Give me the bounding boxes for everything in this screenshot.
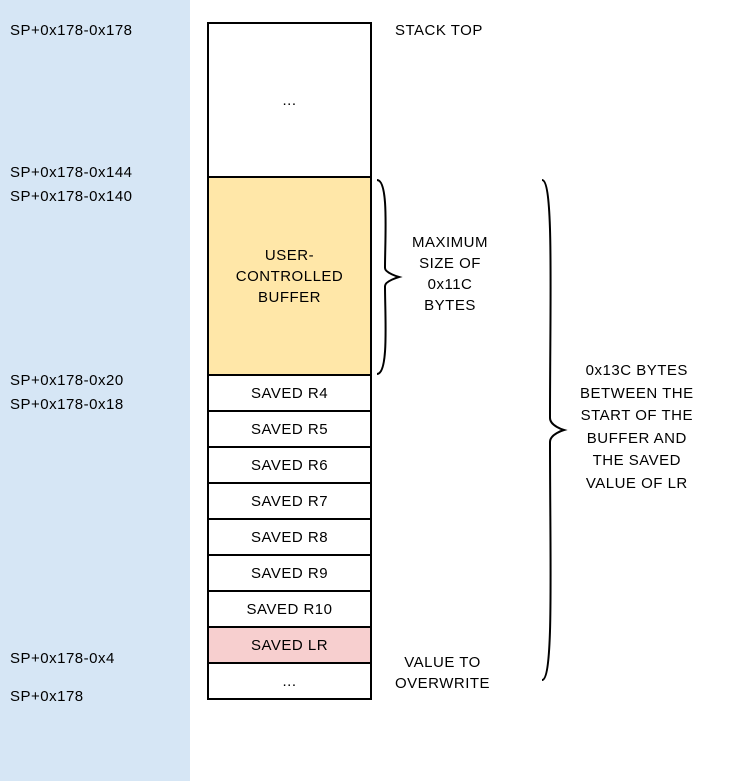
label-max-size: MAXIMUM SIZE OF 0x11C BYTES — [412, 232, 488, 316]
addr-lr: SP+0x178-0x4 — [10, 650, 115, 667]
addr-r4: SP+0x178-0x18 — [10, 396, 124, 413]
cell-r8: SAVED R8 — [207, 518, 372, 556]
text: MAXIMUM — [412, 234, 488, 251]
cell-r7: SAVED R7 — [207, 482, 372, 520]
cell-stack-top: ... — [207, 22, 372, 178]
addr-top: SP+0x178-0x178 — [10, 22, 133, 39]
text: START OF THE — [581, 407, 693, 424]
buffer-text: USER- — [265, 245, 314, 266]
brace-buffer-icon — [375, 178, 405, 376]
addr-buffer-end: SP+0x178-0x20 — [10, 372, 124, 389]
text: BETWEEN THE — [580, 385, 694, 402]
stack-column: ... USER- CONTROLLED BUFFER SAVED R4 SAV… — [207, 22, 372, 700]
buffer-text: CONTROLLED — [236, 266, 344, 287]
cell-lr: SAVED LR — [207, 626, 372, 664]
label-stack-top: STACK TOP — [395, 22, 483, 39]
text: BYTES — [424, 297, 476, 314]
cell-r4: SAVED R4 — [207, 374, 372, 412]
addr-buffer: SP+0x178-0x140 — [10, 188, 133, 205]
cell-bottom: ... — [207, 662, 372, 700]
addr-top-end: SP+0x178-0x144 — [10, 164, 133, 181]
brace-total-icon — [540, 178, 570, 682]
text: OVERWRITE — [395, 675, 490, 692]
cell-r10: SAVED R10 — [207, 590, 372, 628]
text: 0x11C — [428, 276, 473, 293]
cell-r9: SAVED R9 — [207, 554, 372, 592]
text: VALUE TO — [404, 654, 481, 671]
cell-r6: SAVED R6 — [207, 446, 372, 484]
text: BUFFER AND — [587, 430, 687, 447]
ellipsis: ... — [282, 92, 296, 109]
text: VALUE OF LR — [586, 475, 688, 492]
text: SIZE OF — [419, 255, 481, 272]
label-overwrite: VALUE TO OVERWRITE — [395, 652, 490, 694]
stack-diagram: SP+0x178-0x178 SP+0x178-0x144 SP+0x178-0… — [0, 0, 741, 781]
text: THE SAVED — [593, 452, 681, 469]
addr-bottom: SP+0x178 — [10, 688, 84, 705]
cell-r5: SAVED R5 — [207, 410, 372, 448]
text: 0x13C BYTES — [586, 362, 688, 379]
label-distance: 0x13C BYTES BETWEEN THE START OF THE BUF… — [580, 360, 694, 495]
buffer-text: BUFFER — [258, 287, 321, 308]
cell-buffer: USER- CONTROLLED BUFFER — [207, 176, 372, 376]
